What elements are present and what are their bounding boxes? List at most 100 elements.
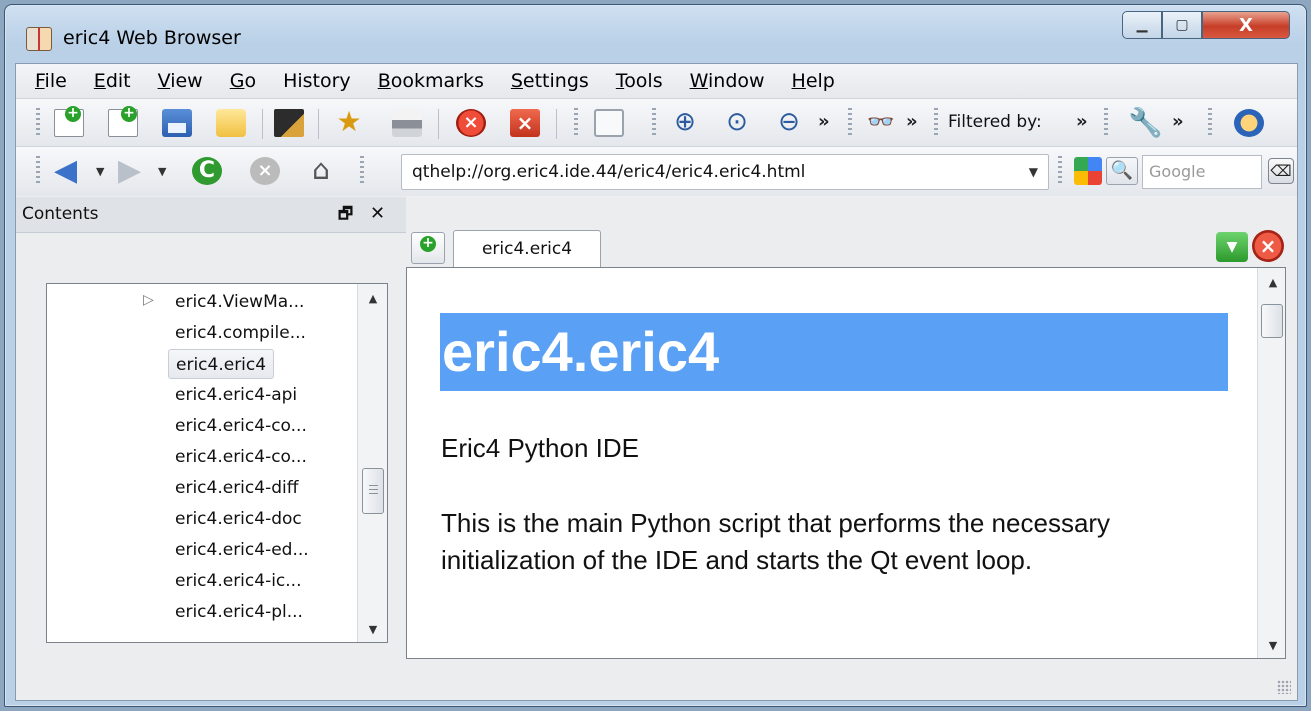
toolbar-grip[interactable] xyxy=(360,156,364,186)
menu-tools[interactable]: Tools xyxy=(616,70,663,92)
tree-item[interactable]: eric4.ViewMa... xyxy=(175,287,304,317)
app-window: eric4 Web Browser ▁ ▢ X File Edit View G… xyxy=(4,4,1307,707)
forward-history-dropdown[interactable]: ▼ xyxy=(158,165,166,178)
tree-item[interactable]: eric4.eric4-co... xyxy=(175,411,307,441)
back-arrow-icon[interactable]: ◀ xyxy=(54,156,77,186)
new-tab-icon[interactable]: + xyxy=(54,106,84,137)
toolbar-separator xyxy=(262,109,263,139)
toolbar-grip[interactable] xyxy=(36,156,40,186)
menu-bookmarks[interactable]: Bookmarks xyxy=(378,70,484,92)
filtered-by-label: Filtered by: xyxy=(948,112,1042,132)
status-bar xyxy=(16,660,1297,700)
overflow-chevron[interactable]: » xyxy=(1076,111,1088,132)
tools-icon[interactable]: 🔧 xyxy=(1128,109,1163,137)
scrollbar-thumb[interactable] xyxy=(362,468,384,514)
main-toolbar: + + ★ × × ⊕ ⊙ ⊖ » 👓 » Filtered by: » 🔧 » xyxy=(16,98,1297,146)
dock-float-icon[interactable]: 🗗 xyxy=(338,197,353,231)
search-input[interactable]: Google xyxy=(1142,155,1262,189)
menu-go[interactable]: Go xyxy=(230,70,256,92)
forward-arrow-icon[interactable]: ▶ xyxy=(118,156,141,186)
stop-loading-icon[interactable]: × xyxy=(250,157,280,185)
stop-icon[interactable]: × xyxy=(456,109,486,137)
expand-arrow-icon[interactable]: ▷ xyxy=(143,285,154,315)
zoom-in-icon[interactable]: ⊕ xyxy=(670,109,700,137)
menu-file[interactable]: File xyxy=(35,70,67,92)
window-title: eric4 Web Browser xyxy=(63,27,241,49)
back-history-dropdown[interactable]: ▼ xyxy=(96,165,104,178)
toolbar-separator xyxy=(556,109,557,139)
toolbar-grip[interactable] xyxy=(574,108,578,138)
scroll-up-arrow-icon[interactable]: ▲ xyxy=(358,292,387,305)
menu-edit[interactable]: Edit xyxy=(94,70,131,92)
url-history-dropdown[interactable]: ▼ xyxy=(1029,155,1038,189)
menu-help[interactable]: Help xyxy=(792,70,835,92)
url-input[interactable]: qthelp://org.eric4.ide.44/eric4/eric4.er… xyxy=(401,154,1049,190)
toolbar-separator xyxy=(318,109,319,139)
tree-item[interactable]: eric4.eric4-ed... xyxy=(175,535,309,565)
toolbar-grip[interactable] xyxy=(1058,156,1062,186)
tab-list-menu-icon[interactable]: ▼ xyxy=(1216,232,1248,262)
menu-view[interactable]: View xyxy=(158,70,203,92)
tree-item[interactable]: eric4.eric4-pl... xyxy=(175,597,303,627)
toolbar-grip[interactable] xyxy=(1104,108,1108,138)
google-icon[interactable] xyxy=(1074,157,1102,185)
scroll-up-arrow-icon[interactable]: ▲ xyxy=(1258,276,1285,289)
overflow-chevron[interactable]: » xyxy=(1172,111,1184,132)
tree-item-selected[interactable]: eric4.eric4 xyxy=(168,349,275,379)
save-icon[interactable] xyxy=(162,109,192,137)
print-icon[interactable] xyxy=(392,109,422,137)
tree-item[interactable]: eric4.eric4-api xyxy=(175,380,297,410)
tree-item[interactable]: eric4.eric4-ic... xyxy=(175,566,302,596)
tree-item[interactable]: eric4.eric4-co... xyxy=(175,442,307,472)
tree-item[interactable]: eric4.compile... xyxy=(175,318,306,348)
scroll-down-arrow-icon[interactable]: ▼ xyxy=(1258,639,1285,652)
close-icon[interactable]: × xyxy=(510,109,540,137)
contents-tree[interactable]: ▷ eric4.ViewMa... eric4.compile... eric4… xyxy=(46,283,388,643)
overflow-chevron[interactable]: » xyxy=(818,111,830,132)
tree-scrollbar[interactable]: ▲ ▼ xyxy=(357,284,387,642)
new-tab-button[interactable]: + xyxy=(411,232,445,264)
whats-this-icon[interactable] xyxy=(1234,109,1264,137)
zoom-out-icon[interactable]: ⊖ xyxy=(774,109,804,137)
menu-window[interactable]: Window xyxy=(690,70,765,92)
dock-close-icon[interactable]: ✕ xyxy=(370,197,385,231)
web-view[interactable]: eric4.eric4 Eric4 Python IDE This is the… xyxy=(406,267,1286,659)
new-window-icon[interactable]: + xyxy=(108,106,138,137)
reload-icon[interactable]: C xyxy=(192,157,222,185)
page-scrollbar[interactable]: ▲ ▼ xyxy=(1257,268,1285,658)
scrollbar-thumb[interactable] xyxy=(1261,304,1283,338)
home-icon[interactable]: ⌂ xyxy=(306,156,336,185)
resize-grip[interactable] xyxy=(1277,680,1291,694)
client-area: File Edit View Go History Bookmarks Sett… xyxy=(15,63,1298,701)
toolbar-grip[interactable] xyxy=(1208,108,1212,138)
search-icon[interactable]: 🔍 xyxy=(1106,157,1138,185)
minimize-button[interactable]: ▁ xyxy=(1122,11,1162,39)
open-file-icon[interactable] xyxy=(216,109,246,137)
menu-history[interactable]: History xyxy=(283,70,351,92)
tree-item[interactable]: eric4.eric4-doc xyxy=(175,504,302,534)
clear-search-icon[interactable]: ⌫ xyxy=(1268,158,1294,184)
overflow-chevron[interactable]: » xyxy=(906,111,918,132)
zoom-reset-icon[interactable]: ⊙ xyxy=(722,109,752,137)
toolbar-grip[interactable] xyxy=(652,108,656,138)
copy-icon[interactable] xyxy=(594,109,624,137)
find-icon[interactable]: 👓 xyxy=(866,109,896,137)
scroll-down-arrow-icon[interactable]: ▼ xyxy=(358,623,387,636)
maximize-button[interactable]: ▢ xyxy=(1162,11,1202,39)
tree-item[interactable]: eric4.eric4-diff xyxy=(175,473,298,503)
edit-icon[interactable] xyxy=(274,109,304,137)
toolbar-grip[interactable] xyxy=(848,108,852,138)
page-heading: eric4.eric4 xyxy=(440,313,1228,391)
bookmark-star-icon[interactable]: ★ xyxy=(334,108,364,137)
toolbar-grip[interactable] xyxy=(934,108,938,138)
toolbar-grip[interactable] xyxy=(36,108,40,138)
title-bar[interactable]: eric4 Web Browser ▁ ▢ X xyxy=(5,5,1306,63)
toolbar-separator xyxy=(438,109,439,139)
tab-eric4-eric4[interactable]: eric4.eric4 xyxy=(453,230,601,268)
close-window-button[interactable]: X xyxy=(1202,11,1290,39)
page-paragraph: This is the main Python script that perf… xyxy=(441,508,1111,575)
close-tab-icon[interactable]: × xyxy=(1252,230,1284,262)
navigation-toolbar: ◀ ▼ ▶ ▼ C × ⌂ qthelp://org.eric4.ide.44/… xyxy=(16,146,1297,196)
menu-settings[interactable]: Settings xyxy=(511,70,589,92)
menu-bar: File Edit View Go History Bookmarks Sett… xyxy=(16,64,1297,98)
